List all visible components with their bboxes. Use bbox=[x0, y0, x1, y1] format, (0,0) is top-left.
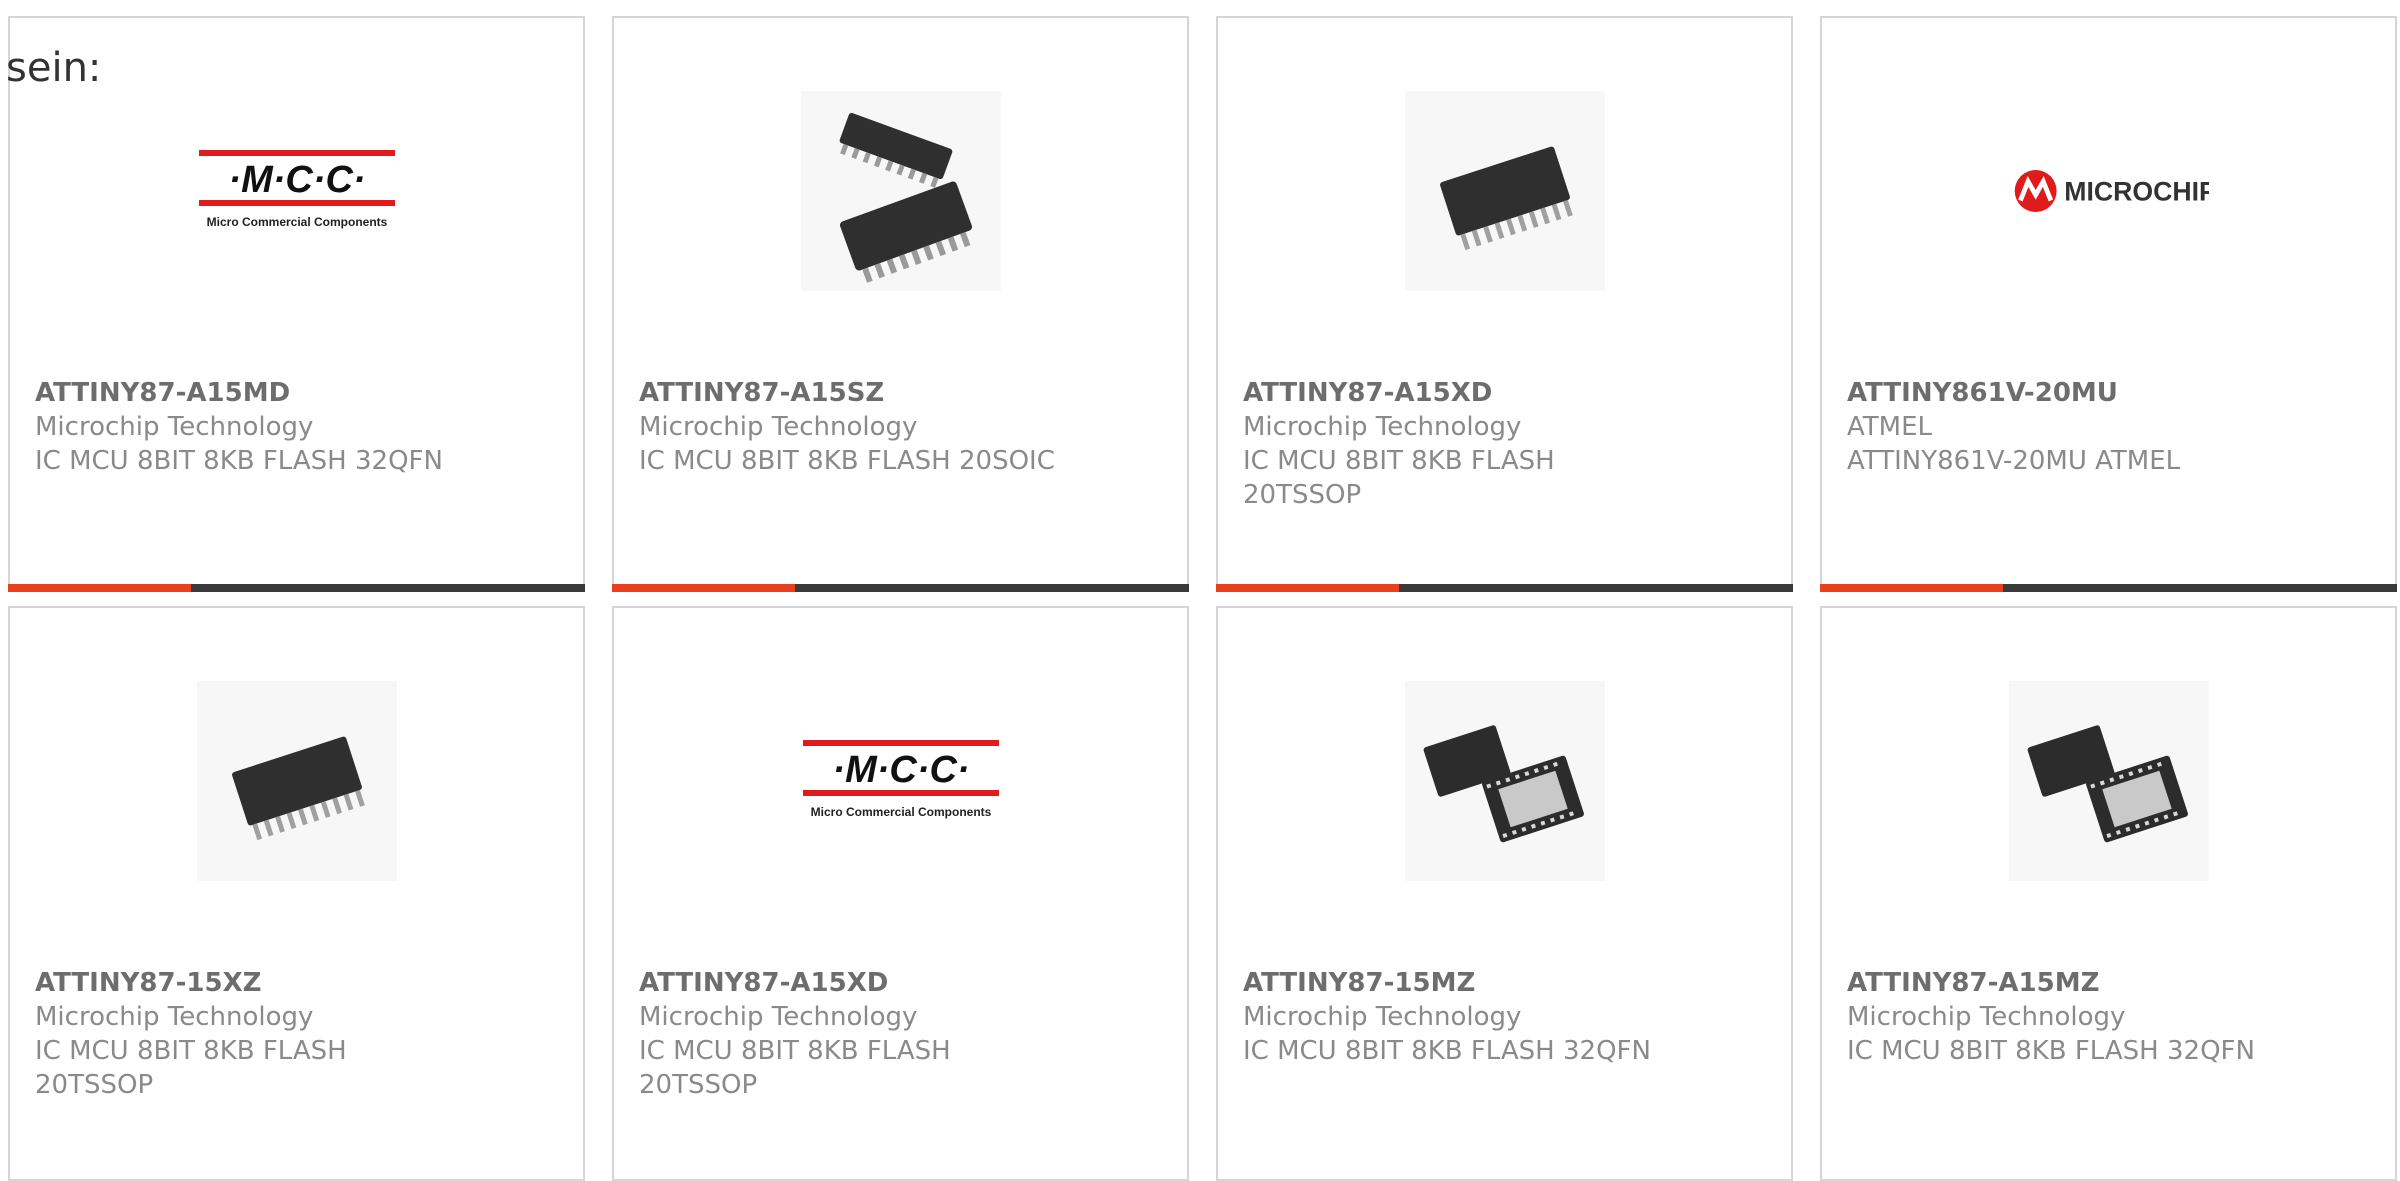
tssop-chip-icon bbox=[196, 681, 397, 881]
card-bar bbox=[612, 584, 1189, 592]
part-number-link[interactable]: ATTINY87-A15MD bbox=[35, 376, 455, 410]
svg-text:·M·C·C·: ·M·C·C· bbox=[228, 159, 365, 201]
mcc-logo: ·M·C·C· Micro Commercial Components bbox=[802, 740, 999, 819]
product-card[interactable]: ATTINY87-15XZ Microchip Technology IC MC… bbox=[8, 606, 585, 1181]
part-number-link[interactable]: ATTINY87-A15XD bbox=[639, 966, 969, 1000]
manufacturer: Microchip Technology bbox=[639, 412, 918, 442]
product-card[interactable]: ·M·C·C· Micro Commercial Components ATTI… bbox=[612, 606, 1189, 1181]
product-image[interactable] bbox=[800, 91, 1001, 291]
card-bar bbox=[8, 584, 585, 592]
part-number-link[interactable]: ATTINY87-A15XD bbox=[1243, 376, 1573, 410]
description: IC MCU 8BIT 8KB FLASH 20SOIC bbox=[639, 446, 1055, 476]
card-bar bbox=[1820, 584, 2397, 592]
description: IC MCU 8BIT 8KB FLASH 32QFN bbox=[1847, 1036, 2255, 1066]
svg-text:MICROCHIP: MICROCHIP bbox=[2064, 177, 2209, 207]
description: IC MCU 8BIT 8KB FLASH 32QFN bbox=[1243, 1036, 1651, 1066]
product-card[interactable]: ATTINY87-A15SZ Microchip Technology IC M… bbox=[612, 16, 1189, 592]
product-image[interactable]: ·M·C·C· Micro Commercial Components bbox=[801, 681, 1001, 881]
product-card[interactable]: MICROCHIP ATTINY861V-20MU ATMEL ATTINY86… bbox=[1820, 16, 2397, 592]
product-card[interactable]: ATTINY87-A15XD Microchip Technology IC M… bbox=[1216, 16, 1793, 592]
product-image[interactable] bbox=[2008, 681, 2209, 881]
product-image[interactable]: MICROCHIP bbox=[2009, 91, 2209, 291]
svg-text:·M·C·C·: ·M·C·C· bbox=[832, 749, 969, 791]
part-number-link[interactable]: ATTINY87-A15SZ bbox=[639, 376, 1059, 410]
svg-text:Micro Commercial Components: Micro Commercial Components bbox=[206, 215, 387, 229]
soic-chip-icon bbox=[800, 91, 1001, 291]
product-image[interactable]: ·M·C·C· Micro Commercial Components bbox=[197, 91, 397, 291]
manufacturer: Microchip Technology bbox=[1847, 1002, 2126, 1032]
svg-text:Micro Commercial Components: Micro Commercial Components bbox=[810, 805, 991, 819]
part-number-link[interactable]: ATTINY87-15MZ bbox=[1243, 966, 1663, 1000]
product-grid: ·M·C·C· Micro Commercial Components ATTI… bbox=[0, 0, 2400, 1181]
part-number-link[interactable]: ATTINY87-A15MZ bbox=[1847, 966, 2267, 1000]
intro-text: sein: bbox=[6, 45, 102, 91]
description: IC MCU 8BIT 8KB FLASH 32QFN bbox=[35, 446, 443, 476]
description: IC MCU 8BIT 8KB FLASH 20TSSOP bbox=[35, 1036, 347, 1100]
qfn-chip-icon bbox=[2008, 681, 2209, 881]
mcc-logo: ·M·C·C· Micro Commercial Components bbox=[198, 150, 395, 229]
product-image[interactable] bbox=[196, 681, 397, 881]
tssop-chip-icon bbox=[1404, 91, 1605, 291]
description: IC MCU 8BIT 8KB FLASH 20TSSOP bbox=[1243, 446, 1555, 510]
product-card[interactable]: ATTINY87-A15MZ Microchip Technology IC M… bbox=[1820, 606, 2397, 1181]
manufacturer: Microchip Technology bbox=[639, 1002, 918, 1032]
manufacturer: ATMEL bbox=[1847, 412, 1932, 442]
product-card[interactable]: ATTINY87-15MZ Microchip Technology IC MC… bbox=[1216, 606, 1793, 1181]
description: ATTINY861V-20MU ATMEL bbox=[1847, 446, 2181, 476]
manufacturer: Microchip Technology bbox=[35, 1002, 314, 1032]
manufacturer: Microchip Technology bbox=[1243, 412, 1522, 442]
manufacturer: Microchip Technology bbox=[35, 412, 314, 442]
description: IC MCU 8BIT 8KB FLASH 20TSSOP bbox=[639, 1036, 951, 1100]
manufacturer: Microchip Technology bbox=[1243, 1002, 1522, 1032]
microchip-logo: MICROCHIP bbox=[2014, 170, 2209, 212]
product-image[interactable] bbox=[1404, 91, 1605, 291]
part-number-link[interactable]: ATTINY87-15XZ bbox=[35, 966, 365, 1000]
qfn-chip-icon bbox=[1404, 681, 1605, 881]
product-card[interactable]: ·M·C·C· Micro Commercial Components ATTI… bbox=[8, 16, 585, 592]
card-bar bbox=[1216, 584, 1793, 592]
product-image[interactable] bbox=[1404, 681, 1605, 881]
part-number-link[interactable]: ATTINY861V-20MU bbox=[1847, 376, 2267, 410]
